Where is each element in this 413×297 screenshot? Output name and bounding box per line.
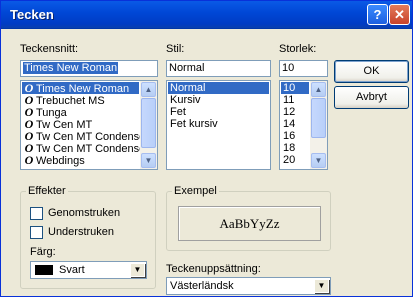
list-item[interactable]: O Times New Roman — [22, 82, 139, 95]
close-button[interactable]: ✕ — [389, 4, 410, 25]
list-item[interactable]: O Tw Cen MT Condense — [22, 130, 146, 143]
list-item[interactable]: Kursiv — [168, 94, 269, 106]
list-item-label: 20 — [283, 154, 296, 166]
list-item[interactable]: 12 — [281, 106, 309, 118]
list-item[interactable]: O Tw Cen MT — [22, 118, 139, 131]
sample-preview: AaBbYyZz — [178, 206, 321, 241]
close-icon: ✕ — [394, 7, 405, 22]
scroll-thumb[interactable] — [141, 98, 156, 148]
list-item[interactable]: O Tunga — [22, 106, 139, 119]
ok-button[interactable]: OK — [334, 60, 409, 83]
list-item[interactable]: 10 — [281, 82, 309, 94]
chevron-down-icon: ▼ — [133, 265, 142, 274]
scroll-down-button[interactable]: ▼ — [311, 153, 326, 168]
list-item[interactable]: O Trebuchet MS — [22, 94, 139, 107]
color-dropdown-button[interactable]: ▼ — [130, 263, 145, 277]
style-label: Stil: — [166, 43, 185, 55]
scroll-thumb[interactable] — [311, 98, 326, 138]
list-item[interactable]: O Tw Cen MT Condense — [22, 142, 146, 155]
charset-value: Västerländsk — [170, 280, 234, 292]
list-item[interactable]: 11 — [281, 94, 309, 106]
charset-label: Teckenuppsättning: — [166, 263, 261, 275]
font-name-input[interactable]: Times New Roman — [20, 60, 158, 77]
sample-title: Exempel — [172, 185, 219, 197]
help-icon: ? — [373, 7, 382, 22]
font-list[interactable]: O Times New Roman O Trebuchet MS O Tunga O Tw C… — [20, 80, 158, 170]
arrow-down-icon: ▼ — [144, 156, 153, 165]
color-label: Färg: — [30, 246, 56, 258]
list-item-label: 16 — [283, 130, 296, 142]
scroll-up-button[interactable]: ▲ — [141, 82, 156, 97]
size-value: 10 — [282, 62, 295, 74]
color-swatch — [35, 265, 53, 275]
list-item[interactable]: Fet — [168, 106, 269, 118]
list-item-label: Fet — [170, 106, 186, 118]
size-input[interactable]: 10 — [279, 60, 328, 77]
style-list[interactable]: Normal Kursiv Fet Fet kursiv — [166, 80, 271, 170]
style-input[interactable]: Normal — [166, 60, 271, 77]
charset-dropdown-button[interactable]: ▼ — [314, 279, 329, 293]
list-item-label: 14 — [283, 118, 296, 130]
title-bar[interactable]: Tecken ? ✕ — [1, 1, 412, 29]
font-name-value: Times New Roman — [23, 62, 119, 74]
list-item-label: Webdings — [36, 155, 85, 167]
underline-checkbox[interactable] — [30, 226, 43, 239]
list-item-label: Kursiv — [170, 94, 201, 106]
arrow-up-icon: ▲ — [314, 85, 323, 94]
list-item[interactable]: 16 — [281, 130, 309, 142]
scroll-up-button[interactable]: ▲ — [311, 82, 326, 97]
list-item[interactable]: 14 — [281, 118, 309, 130]
underline-label: Understruken — [48, 226, 115, 238]
arrow-up-icon: ▲ — [144, 85, 153, 94]
strikeout-checkbox[interactable] — [30, 207, 43, 220]
cancel-button[interactable]: Avbryt — [334, 86, 409, 109]
list-item[interactable]: Normal — [168, 82, 269, 94]
size-list-scrollbar[interactable]: ▲ ▼ — [310, 81, 327, 169]
style-value: Normal — [169, 62, 205, 74]
list-item[interactable]: Fet kursiv — [168, 118, 269, 130]
font-dialog: Tecken ? ✕ Teckensnitt: Times New Roman … — [0, 0, 413, 297]
help-button[interactable]: ? — [367, 4, 388, 25]
opentype-font-icon: O — [24, 153, 34, 167]
size-list[interactable]: 10 11 12 14 16 18 20 ▲ ▼ — [279, 80, 328, 170]
list-item-label: Fet kursiv — [170, 118, 218, 130]
dialog-title: Tecken — [10, 7, 54, 22]
size-label: Storlek: — [279, 43, 317, 55]
list-item[interactable]: 18 — [281, 142, 309, 154]
list-item-label: 12 — [283, 106, 296, 118]
list-item-label: 10 — [283, 82, 296, 94]
chevron-down-icon: ▼ — [317, 281, 326, 290]
font-label: Teckensnitt: — [20, 43, 79, 55]
color-value: Svart — [59, 264, 85, 276]
list-item-label: 11 — [283, 94, 295, 106]
scroll-down-button[interactable]: ▼ — [141, 153, 156, 168]
list-item-label: 18 — [283, 142, 296, 154]
list-item-label: Normal — [170, 82, 206, 94]
list-item[interactable]: O Webdings — [22, 153, 139, 167]
color-select[interactable]: Svart ▼ — [30, 261, 147, 279]
arrow-down-icon: ▼ — [314, 156, 323, 165]
charset-select[interactable]: Västerländsk ▼ — [166, 277, 331, 295]
effects-title: Effekter — [26, 185, 68, 197]
list-item[interactable]: 20 — [281, 154, 309, 166]
strikeout-label: Genomstruken — [48, 207, 121, 219]
font-list-scrollbar[interactable]: ▲ ▼ — [140, 81, 157, 169]
